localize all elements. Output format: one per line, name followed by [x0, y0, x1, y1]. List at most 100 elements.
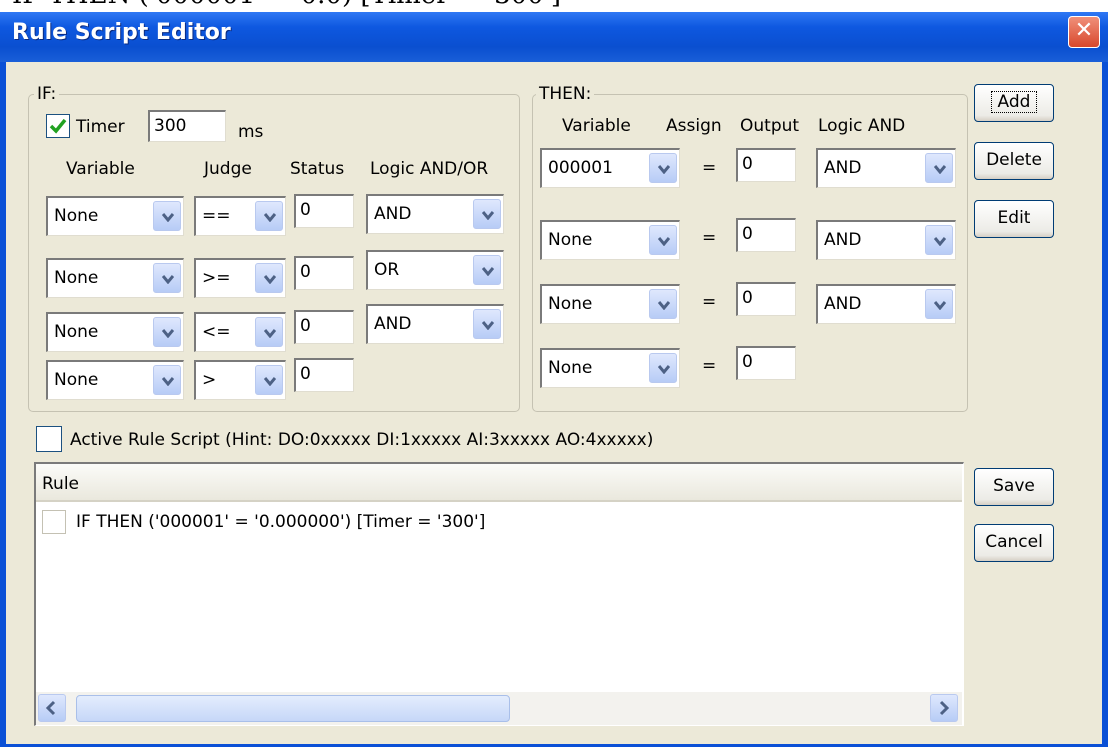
- chevron-down-icon: [934, 301, 946, 310]
- then-logic-combo[interactable]: AND: [816, 148, 956, 188]
- combo-value: <=: [202, 322, 231, 342]
- chevron-down-icon: [934, 165, 946, 174]
- add-button[interactable]: Add: [974, 84, 1054, 122]
- chevron-down-icon: [658, 237, 670, 246]
- combo-value: None: [54, 322, 99, 342]
- if-status-input[interactable]: 0: [294, 358, 354, 392]
- dropdown-button[interactable]: [255, 201, 283, 231]
- horizontal-scrollbar[interactable]: [36, 692, 962, 725]
- if-logic-combo[interactable]: AND: [366, 194, 504, 234]
- dialog-client-area: IF: Timer 300 ms Variable Judge Status L…: [6, 62, 1102, 744]
- then-output-input[interactable]: 0: [736, 148, 796, 182]
- then-variable-combo[interactable]: 000001: [540, 148, 680, 188]
- then-variable-combo[interactable]: None: [540, 284, 680, 324]
- if-logic-combo[interactable]: OR: [366, 250, 504, 290]
- scrollbar-thumb[interactable]: [76, 695, 510, 722]
- if-logic-combo[interactable]: AND: [366, 304, 504, 344]
- then-output-input[interactable]: 0: [736, 218, 796, 252]
- if-status-input[interactable]: 0: [294, 194, 354, 228]
- dropdown-button[interactable]: [153, 317, 181, 347]
- scroll-left-button[interactable]: [38, 694, 66, 722]
- dropdown-button[interactable]: [649, 153, 677, 183]
- dropdown-button[interactable]: [649, 289, 677, 319]
- background-text-strip: IF THEN ('000001' = 0.0) [Timer = '300']: [0, 0, 1108, 12]
- background-text: IF THEN ('000001' = 0.0) [Timer = '300']: [12, 0, 561, 10]
- rule-column-label: Rule: [42, 474, 80, 494]
- combo-value: OR: [374, 260, 400, 280]
- active-rule-checkbox[interactable]: [36, 426, 62, 452]
- close-button[interactable]: ✕: [1068, 16, 1100, 48]
- dropdown-button[interactable]: [153, 263, 181, 293]
- if-status-input[interactable]: 0: [294, 310, 354, 344]
- scroll-right-button[interactable]: [930, 694, 958, 722]
- dropdown-button[interactable]: [925, 153, 953, 183]
- dropdown-button[interactable]: [649, 353, 677, 383]
- dropdown-button[interactable]: [255, 263, 283, 293]
- edit-button[interactable]: Edit: [974, 200, 1054, 238]
- then-variable-combo[interactable]: None: [540, 220, 680, 260]
- checkmark-icon: [49, 118, 67, 134]
- then-output-input[interactable]: 0: [736, 346, 796, 380]
- chevron-down-icon: [934, 237, 946, 246]
- chevron-down-icon: [658, 301, 670, 310]
- if-variable-combo[interactable]: None: [46, 312, 184, 352]
- active-rule-label: Active Rule Script (Hint: DO:0xxxxx DI:1…: [70, 430, 654, 450]
- if-judge-combo[interactable]: >=: [194, 258, 286, 298]
- if-variable-combo[interactable]: None: [46, 196, 184, 236]
- dropdown-button[interactable]: [255, 317, 283, 347]
- combo-value: AND: [374, 204, 412, 224]
- then-variable-combo[interactable]: None: [540, 348, 680, 388]
- chevron-down-icon: [264, 275, 276, 284]
- combo-value: >: [202, 370, 217, 390]
- chevron-down-icon: [482, 211, 494, 220]
- assign-operator: =: [702, 228, 717, 248]
- then-header-output: Output: [740, 116, 800, 136]
- delete-button[interactable]: Delete: [974, 142, 1054, 180]
- timer-unit: ms: [238, 122, 264, 142]
- if-status-input[interactable]: 0: [294, 256, 354, 290]
- assign-operator: =: [702, 158, 717, 178]
- dropdown-button[interactable]: [925, 225, 953, 255]
- rule-item-text[interactable]: IF THEN ('000001' = '0.000000') [Timer =…: [76, 512, 485, 532]
- combo-value: None: [548, 294, 593, 314]
- if-header-status: Status: [290, 159, 345, 179]
- dropdown-button[interactable]: [473, 255, 501, 285]
- then-logic-combo[interactable]: AND: [816, 284, 956, 324]
- then-group-label: THEN:: [536, 84, 595, 104]
- combo-value: None: [548, 230, 593, 250]
- then-logic-combo[interactable]: AND: [816, 220, 956, 260]
- dropdown-button[interactable]: [255, 365, 283, 395]
- dropdown-button[interactable]: [153, 365, 181, 395]
- dropdown-button[interactable]: [473, 199, 501, 229]
- dropdown-button[interactable]: [153, 201, 181, 231]
- combo-value: None: [54, 206, 99, 226]
- if-judge-combo[interactable]: <=: [194, 312, 286, 352]
- dropdown-button[interactable]: [473, 309, 501, 339]
- if-judge-combo[interactable]: >: [194, 360, 286, 400]
- timer-label: Timer: [76, 117, 125, 137]
- timer-checkbox[interactable]: [46, 114, 70, 138]
- combo-value: AND: [374, 314, 412, 334]
- dropdown-button[interactable]: [649, 225, 677, 255]
- if-judge-combo[interactable]: ==: [194, 196, 286, 236]
- rule-list[interactable]: Rule IF THEN ('000001' = '0.000000') [Ti…: [34, 462, 964, 726]
- save-button[interactable]: Save: [974, 468, 1054, 506]
- cancel-button[interactable]: Cancel: [974, 524, 1054, 562]
- combo-value: AND: [824, 230, 862, 250]
- delete-button-label: Delete: [986, 150, 1042, 170]
- rule-column-header[interactable]: Rule: [36, 464, 962, 502]
- combo-value: 000001: [548, 158, 613, 178]
- chevron-down-icon: [162, 329, 174, 338]
- cancel-button-label: Cancel: [985, 532, 1043, 552]
- rule-item-checkbox[interactable]: [42, 510, 66, 534]
- if-variable-combo[interactable]: None: [46, 360, 184, 400]
- combo-value: ==: [202, 206, 231, 226]
- timer-input[interactable]: 300: [148, 110, 226, 142]
- if-variable-combo[interactable]: None: [46, 258, 184, 298]
- combo-value: None: [54, 268, 99, 288]
- then-header-assign: Assign: [666, 116, 722, 136]
- if-header-judge: Judge: [204, 159, 252, 179]
- then-output-input[interactable]: 0: [736, 282, 796, 316]
- combo-value: AND: [824, 294, 862, 314]
- dropdown-button[interactable]: [925, 289, 953, 319]
